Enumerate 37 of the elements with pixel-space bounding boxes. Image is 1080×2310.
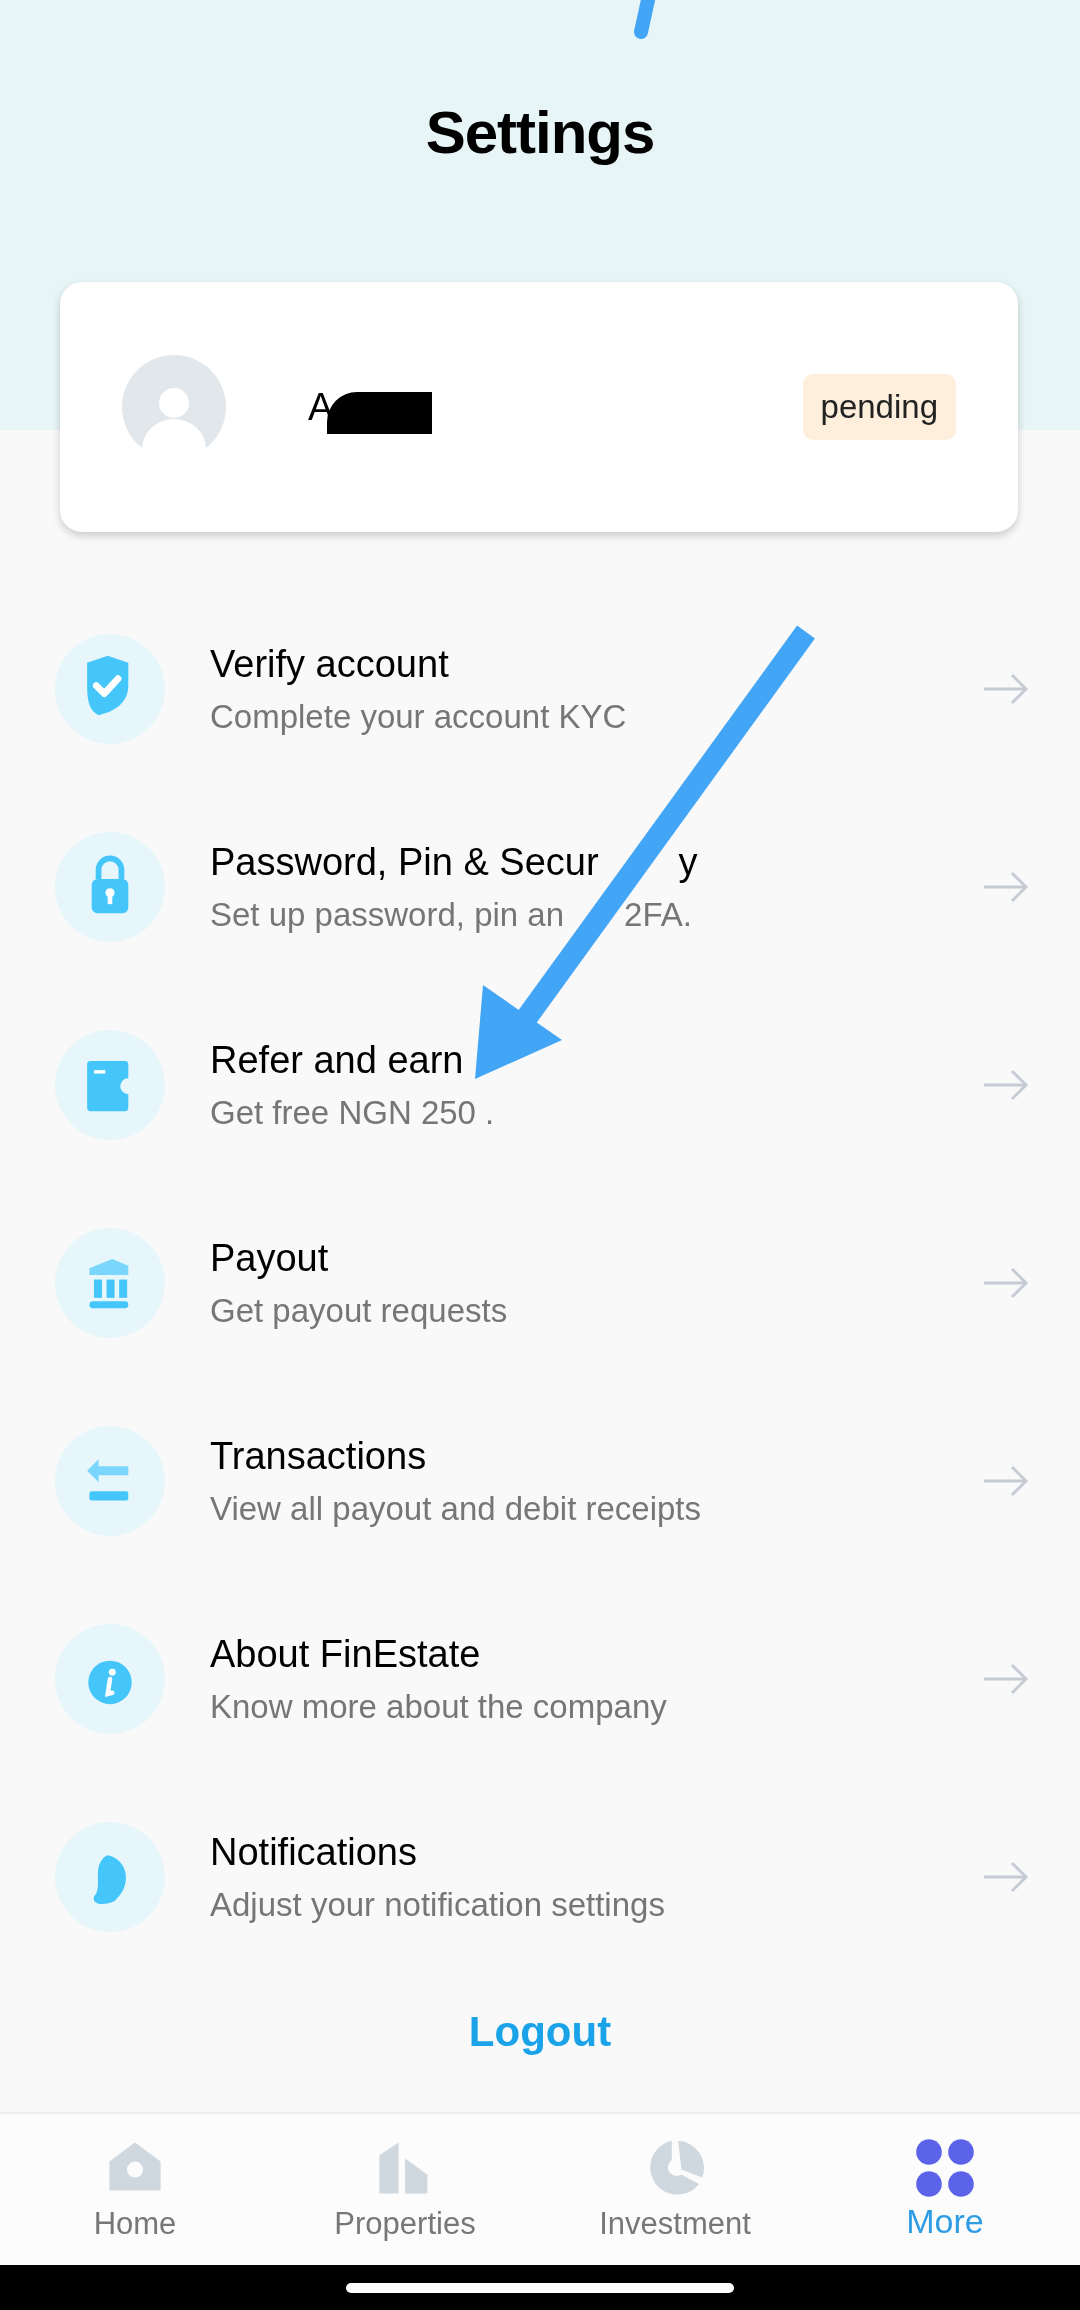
item-title: Password, Pin & Secur xyxy=(210,840,599,884)
item-subtitle: Get free NGN 250 . xyxy=(210,1093,495,1132)
nav-tab[interactable]: Investment xyxy=(540,2114,810,2267)
settings-item[interactable]: Notifications Adjust your notification settings xyxy=(0,1778,1080,1976)
item-subtitle: 2FA. xyxy=(624,895,692,934)
item-subtitle: Adjust your notification settings xyxy=(210,1885,665,1924)
arrow-right-icon xyxy=(982,1067,1030,1103)
item-title: y xyxy=(678,840,698,884)
page-title: Settings xyxy=(425,98,655,167)
settings-item[interactable]: About FinEstate Know more about the company xyxy=(0,1580,1080,1778)
arrow-right-icon xyxy=(982,1463,1030,1499)
nav-tab[interactable]: Home xyxy=(0,2114,270,2267)
item-title: Notifications xyxy=(210,1830,417,1874)
annotation-stroke xyxy=(634,0,655,39)
item-subtitle: Complete your account KYC xyxy=(210,697,627,736)
settings-item[interactable]: Password, Pin & Secur y Set up password, pin an 2FA. xyxy=(0,788,1080,986)
avatar-icon xyxy=(122,355,226,459)
nav-tab[interactable]: Properties xyxy=(270,2114,540,2267)
item-title: About FinEstate xyxy=(210,1632,481,1676)
arrow-right-icon xyxy=(982,1265,1030,1301)
status-badge: pending xyxy=(802,374,956,440)
arrow-right-icon xyxy=(982,1859,1030,1895)
grid-dots-icon xyxy=(913,2136,977,2200)
arrow-right-icon xyxy=(982,671,1030,707)
item-title: Verify account xyxy=(210,642,449,686)
settings-item[interactable]: Verify account Complete your account KYC xyxy=(0,590,1080,788)
settings-item[interactable]: Transactions View all payout and debit receipts xyxy=(0,1382,1080,1580)
item-subtitle: Get payout requests xyxy=(210,1291,508,1330)
item-title: Payout xyxy=(210,1236,329,1280)
settings-item[interactable]: Payout Get payout requests xyxy=(0,1184,1080,1382)
arrow-right-icon xyxy=(982,1661,1030,1697)
item-title: Transactions xyxy=(210,1434,427,1478)
arrow-right-icon xyxy=(982,869,1030,905)
item-subtitle: Know more about the company xyxy=(210,1687,667,1726)
item-title: Refer and earn xyxy=(210,1038,464,1082)
item-subtitle: View all payout and debit receipts xyxy=(210,1489,702,1528)
item-subtitle: Set up password, pin an xyxy=(210,895,565,934)
